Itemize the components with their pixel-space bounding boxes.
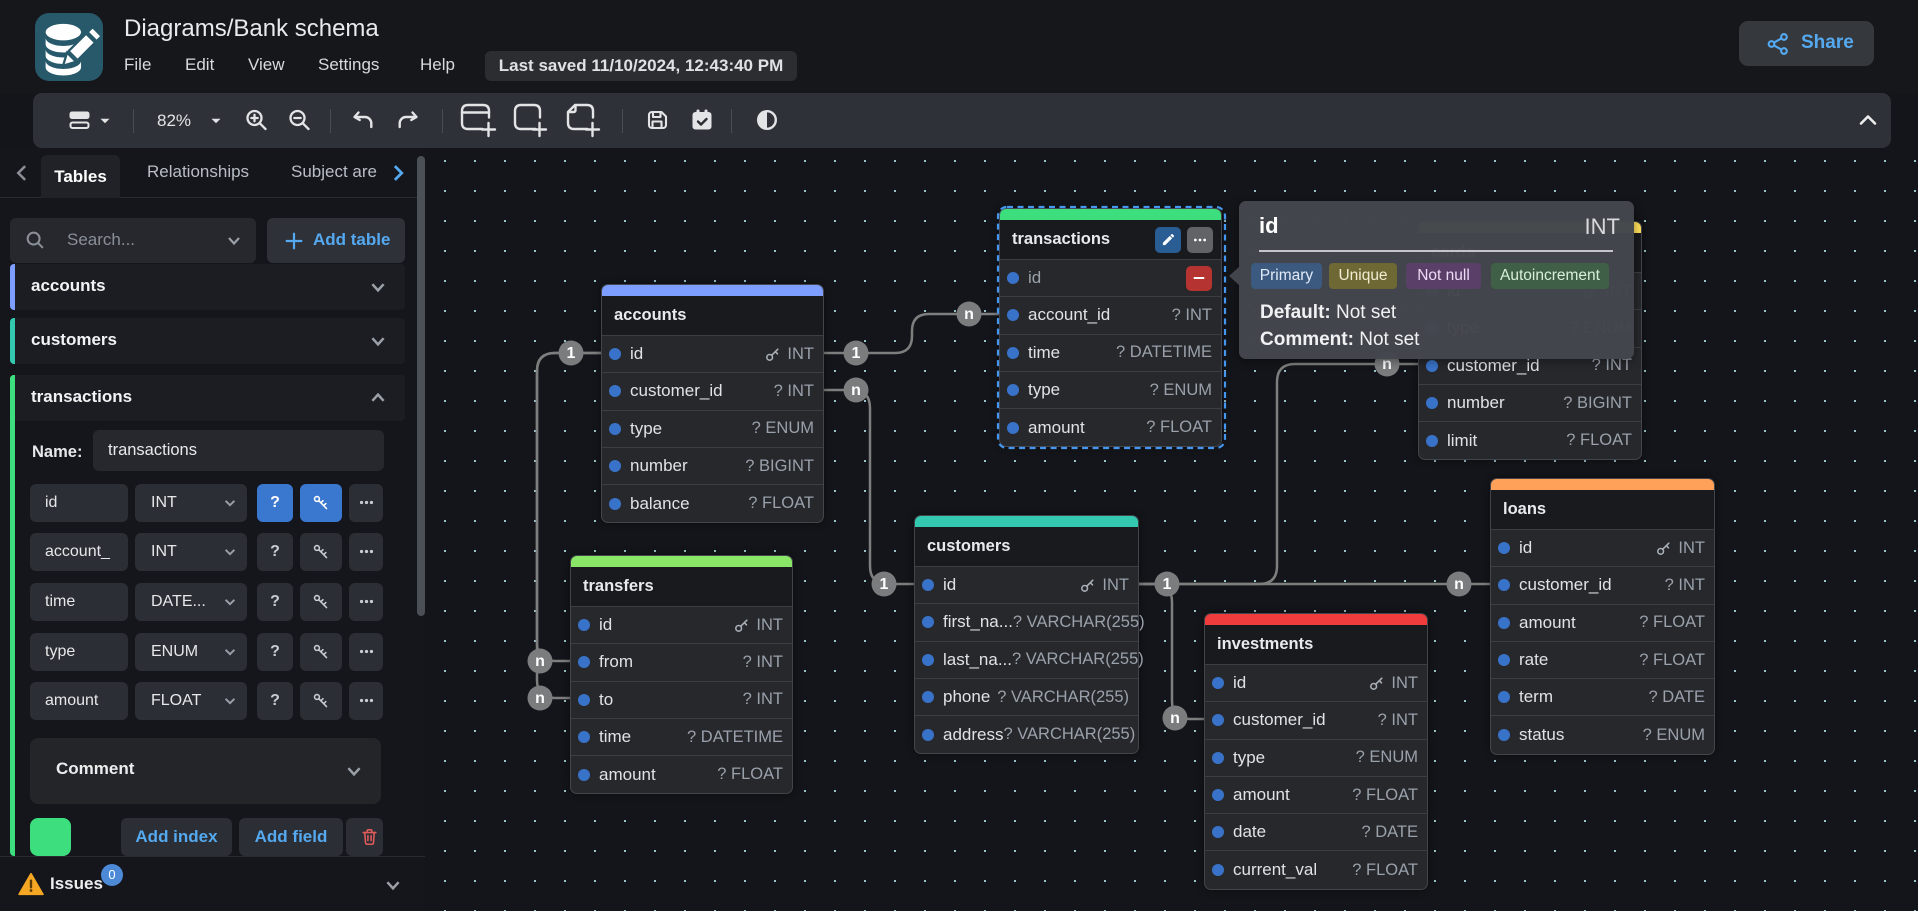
- svg-text:1: 1: [880, 576, 889, 593]
- svg-text:n: n: [964, 306, 974, 323]
- svg-text:1: 1: [1163, 576, 1172, 593]
- svg-text:n: n: [851, 382, 861, 399]
- svg-text:n: n: [1454, 576, 1464, 593]
- svg-text:n: n: [535, 690, 545, 707]
- svg-text:n: n: [1170, 710, 1180, 727]
- svg-text:1: 1: [852, 345, 861, 362]
- svg-text:n: n: [535, 653, 545, 670]
- svg-text:1: 1: [567, 345, 576, 362]
